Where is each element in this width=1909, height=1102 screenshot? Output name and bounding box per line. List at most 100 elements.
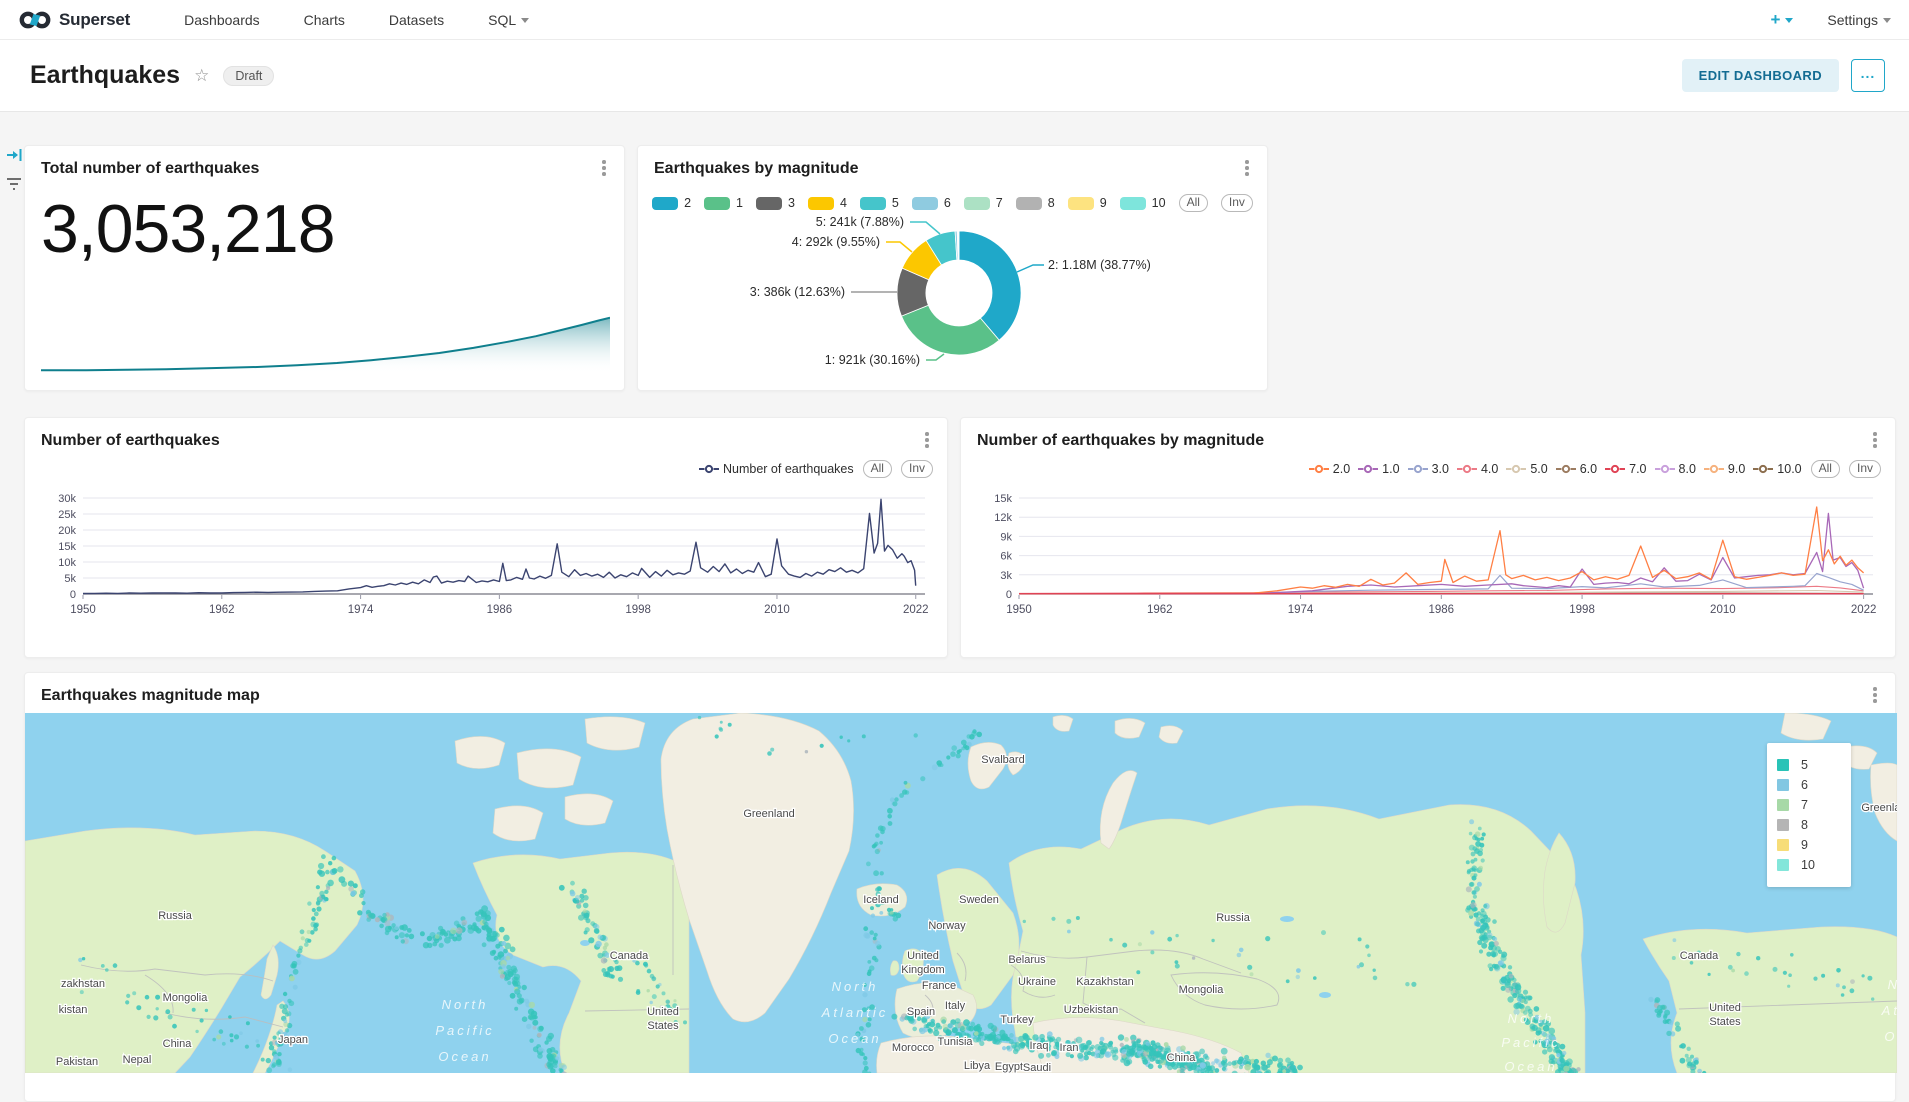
line-chart[interactable]: 05k10k15k20k25k30k1950196219741986199820… [37,490,937,622]
svg-text:0: 0 [1006,589,1012,601]
legend-all-button[interactable]: All [863,460,892,478]
map-country-label: Mongolia [1179,984,1225,996]
map-canvas[interactable]: RussiaMongoliaChinaJapanzakhstankistanPa… [25,713,1897,1073]
card-menu-kebab-icon[interactable] [1867,685,1883,705]
legend-item-1[interactable]: 1 [704,196,743,210]
svg-text:2022: 2022 [903,604,929,616]
map-country-label: Pakistan [56,1056,98,1068]
line-chart[interactable]: 03k6k9k12k15k195019621974198619982010202… [973,490,1885,622]
map-legend-item-5[interactable]: 5 [1777,755,1841,775]
legend-item-2[interactable]: 2 [652,196,691,210]
map-country-label: United [907,950,939,962]
filter-icon[interactable] [6,176,24,192]
legend-label: 1 [736,196,743,210]
legend-item[interactable]: Number of earthquakes [699,462,854,476]
legend-item-10.0[interactable]: 10.0 [1753,462,1801,476]
legend-label: 2 [684,196,691,210]
map-country-label: zakhstan [61,978,105,990]
legend-label: 8 [1048,196,1055,210]
legend-item-3.0[interactable]: 3.0 [1408,462,1449,476]
dashboard-more-button[interactable]: ... [1851,59,1885,92]
legend-swatch [756,197,782,210]
legend-item-4[interactable]: 4 [808,196,847,210]
card-earthquakes-by-magnitude: Earthquakes by magnitude 21345678910 All… [637,145,1268,391]
legend-inv-button[interactable]: Inv [1221,194,1253,212]
add-new-button[interactable]: + [1770,10,1793,30]
legend-item-5.0[interactable]: 5.0 [1506,462,1547,476]
legend-item-10[interactable]: 10 [1120,196,1166,210]
map-country-label: Iceland [863,894,898,906]
legend-item-9[interactable]: 9 [1068,196,1107,210]
nav-datasets[interactable]: Datasets [389,12,444,28]
legend-item-4.0[interactable]: 4.0 [1457,462,1498,476]
trendline-chart[interactable] [41,312,610,374]
map-legend-item-7[interactable]: 7 [1777,795,1841,815]
expand-filter-bar-icon[interactable] [6,147,24,163]
map-country-label: Spain [907,1006,935,1018]
legend-item-8[interactable]: 8 [1016,196,1055,210]
legend-inv-button[interactable]: Inv [1849,460,1881,478]
legend-swatch [912,197,938,210]
svg-text:15k: 15k [58,541,76,553]
donut-chart[interactable] [897,231,1021,355]
svg-text:9k: 9k [1000,531,1012,543]
superset-infinity-icon [18,10,52,30]
legend-item-7[interactable]: 7 [964,196,1003,210]
page-title: Earthquakes [30,61,180,90]
legend-item-2.0[interactable]: 2.0 [1309,462,1350,476]
legend-item-5[interactable]: 5 [860,196,899,210]
chart-title: Earthquakes magnitude map [41,687,260,705]
nav-dashboards[interactable]: Dashboards [184,12,260,28]
map-legend-item-9[interactable]: 9 [1777,835,1841,855]
map-country-label: Svalbard [981,754,1024,766]
legend-label: 6 [1801,778,1808,792]
legend-item-1.0[interactable]: 1.0 [1358,462,1399,476]
map-country-label: Kazakhstan [1076,976,1133,988]
settings-menu[interactable]: Settings [1827,12,1891,28]
legend-label: 3 [788,196,795,210]
map-country-label: Kingdom [901,964,944,976]
legend-all-button[interactable]: All [1179,194,1208,212]
favorite-star-icon[interactable]: ☆ [194,66,209,86]
legend-swatch [1120,197,1146,210]
svg-text:1962: 1962 [209,604,235,616]
map-legend-item-10[interactable]: 10 [1777,855,1841,875]
card-menu-kebab-icon[interactable] [1867,430,1883,450]
superset-logo[interactable]: Superset [18,10,130,30]
legend-item-8.0[interactable]: 8.0 [1655,462,1696,476]
legend-swatch [808,197,834,210]
nav-sql[interactable]: SQL [488,12,529,28]
legend-label: 5 [892,196,899,210]
legend-item-3[interactable]: 3 [756,196,795,210]
svg-text:1974: 1974 [348,604,374,616]
legend-inv-button[interactable]: Inv [901,460,933,478]
map-legend-item-6[interactable]: 6 [1777,775,1841,795]
legend-item-6.0[interactable]: 6.0 [1556,462,1597,476]
map-legend-item-8[interactable]: 8 [1777,815,1841,835]
legend-all-button[interactable]: All [1811,460,1840,478]
nav-charts[interactable]: Charts [304,12,345,28]
map-country-label: China [163,1038,193,1050]
legend-label: 4.0 [1481,462,1498,476]
legend-ring-icon [1556,464,1576,474]
world-map[interactable]: RussiaMongoliaChinaJapanzakhstankistanPa… [25,713,1897,1073]
map-country-label: Norway [928,920,966,932]
edit-dashboard-button[interactable]: EDIT DASHBOARD [1682,59,1839,92]
map-country-label: Sweden [959,894,999,906]
chevron-down-icon [1785,18,1793,23]
legend-item-6[interactable]: 6 [912,196,951,210]
map-ocean-label: Ocean [1884,1029,1897,1044]
map-country-label: kistan [59,1004,88,1016]
legend-label: 2.0 [1333,462,1350,476]
legend-label: 7 [1801,798,1808,812]
map-country-label: Canada [610,950,649,962]
card-menu-kebab-icon[interactable] [919,430,935,450]
card-earthquakes-by-magnitude-lines: Number of earthquakes by magnitude 2.01.… [960,417,1896,658]
card-menu-kebab-icon[interactable] [596,158,612,178]
map-ocean-label: North [1888,977,1897,992]
legend-item-7.0[interactable]: 7.0 [1605,462,1646,476]
legend-ring-icon [1704,464,1724,474]
card-menu-kebab-icon[interactable] [1239,158,1255,178]
legend-item-9.0[interactable]: 9.0 [1704,462,1745,476]
svg-text:1986: 1986 [487,604,513,616]
